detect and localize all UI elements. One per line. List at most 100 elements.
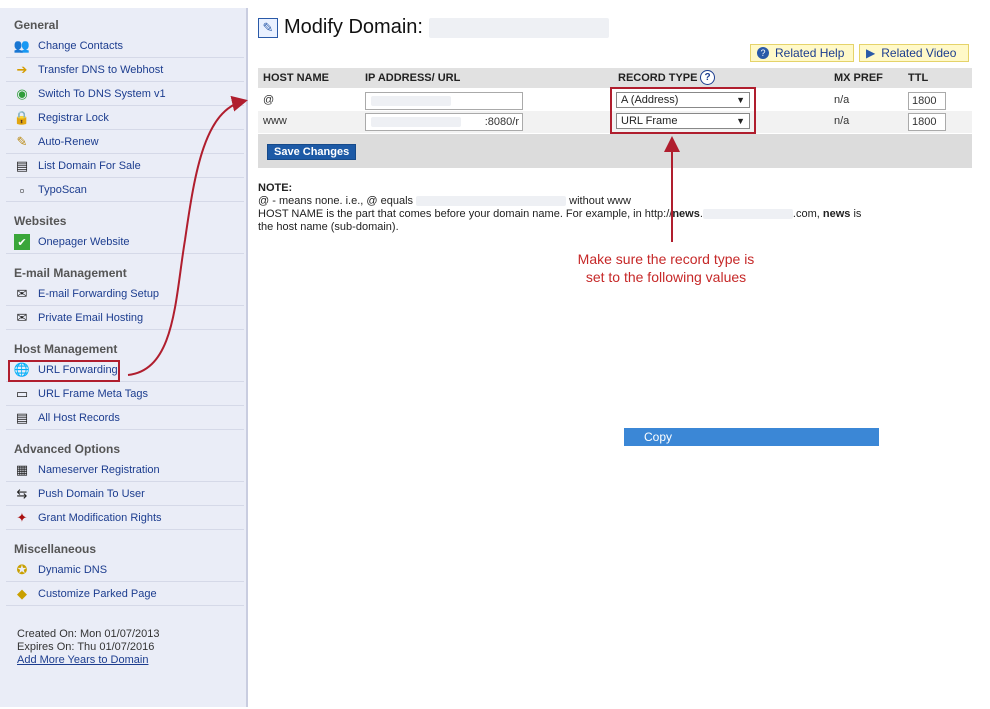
section-title-general: General (14, 18, 59, 32)
note-heading: NOTE: (258, 182, 293, 194)
domain-redacted (416, 196, 567, 207)
note-text: is (853, 208, 862, 220)
sidebar-item-label: E-mail Forwarding Setup (38, 288, 160, 300)
section-title-advanced: Advanced Options (14, 442, 121, 456)
sidebar-item-push-domain[interactable]: ⇆ Push Domain To User (6, 483, 244, 506)
email-hosting-icon: ✉ (16, 310, 28, 325)
created-on-text: Created On: Mon 01/07/2013 (17, 628, 160, 640)
sidebar-item-change-contacts[interactable]: 👥 Change Contacts (6, 35, 244, 58)
add-years-link[interactable]: Add More Years to Domain (17, 654, 148, 666)
save-bar: Save Changes (258, 134, 972, 168)
section-title-websites: Websites (14, 214, 67, 228)
typoscan-icon: ▫ (19, 182, 25, 198)
sidebar-item-grant-rights[interactable]: ✦ Grant Modification Rights (6, 507, 244, 530)
sidebar-item-private-email[interactable]: ✉ Private Email Hosting (6, 307, 244, 330)
note-line-2: HOST NAME is the part that comes before … (258, 208, 968, 221)
note-text: HOST NAME is the part that comes before … (258, 208, 673, 220)
parked-page-icon: ◆ (17, 586, 27, 601)
domain-dates: Created On: Mon 01/07/2013 Expires On: T… (17, 628, 159, 667)
checkmark-icon: ✔ (14, 234, 30, 250)
lock-icon: 🔒 (13, 110, 31, 125)
sidebar-item-transfer-dns[interactable]: ➔ Transfer DNS to Webhost (6, 59, 244, 82)
records-icon: ▤ (15, 410, 29, 425)
contacts-icon: 👥 (13, 38, 31, 53)
col-ip-address: IP ADDRESS/ URL (365, 72, 461, 84)
ttl-input[interactable]: 1800 (908, 113, 946, 131)
save-changes-button[interactable]: Save Changes (267, 144, 357, 160)
ip-redacted (371, 96, 451, 106)
main-content: ✎ Modify Domain: ? Related Help ▶ Relate… (248, 8, 984, 707)
sidebar: General 👥 Change Contacts ➔ Transfer DNS… (0, 8, 248, 707)
help-icon: ? (757, 47, 769, 59)
note-text: .com, (792, 208, 820, 220)
related-video-label: Related Video (881, 46, 957, 60)
sidebar-item-label: List Domain For Sale (38, 160, 141, 172)
sidebar-item-registrar-lock[interactable]: 🔒 Registrar Lock (6, 107, 244, 130)
note-line-1: @ - means none. i.e., @ equals without w… (258, 195, 968, 208)
note-bold: news (672, 208, 700, 220)
annotation-line-2: set to the following values (585, 269, 747, 285)
dynamic-dns-icon: ✪ (16, 562, 28, 577)
record-type-highlight-box (610, 87, 756, 134)
section-title-email: E-mail Management (14, 266, 127, 280)
sidebar-item-label: Grant Modification Rights (38, 512, 162, 524)
domain-redacted (702, 209, 793, 220)
note-block: NOTE: @ - means none. i.e., @ equals wit… (258, 182, 968, 234)
record-type-help-icon[interactable]: ? (700, 70, 715, 85)
host-name-cell: www (263, 115, 287, 127)
frame-icon: ▭ (15, 386, 29, 401)
push-icon: ⇆ (16, 486, 28, 501)
sidebar-item-auto-renew[interactable]: ✎ Auto-Renew (6, 131, 244, 154)
note-bold: news (822, 208, 851, 220)
col-mx-pref: MX PREF (834, 72, 883, 84)
sidebar-item-email-forwarding[interactable]: ✉ E-mail Forwarding Setup (6, 283, 244, 306)
video-icon: ▶ (866, 46, 876, 60)
related-video-button[interactable]: ▶ Related Video (859, 44, 969, 62)
edit-icon: ✎ (258, 17, 278, 38)
arrow-right-icon: ➔ (16, 62, 28, 77)
url-forwarding-highlight-box (8, 360, 120, 382)
col-record-type: RECORD TYPE (618, 72, 698, 84)
switch-icon: ◉ (16, 86, 28, 101)
sidebar-item-list-for-sale[interactable]: ▤ List Domain For Sale (6, 155, 244, 178)
mx-pref-cell: n/a (834, 115, 850, 127)
sidebar-item-label: Auto-Renew (38, 136, 99, 148)
note-line-3: the host name (sub-domain). (258, 221, 399, 233)
sidebar-item-label: Dynamic DNS (38, 564, 108, 576)
email-forward-icon: ✉ (16, 286, 28, 301)
sidebar-item-typoscan[interactable]: ▫ TypoScan (6, 179, 244, 202)
related-help-button[interactable]: ? Related Help (750, 44, 854, 62)
sidebar-item-switch-dns[interactable]: ◉ Switch To DNS System v1 (6, 83, 244, 106)
sidebar-item-all-host-records[interactable]: ▤ All Host Records (6, 407, 244, 430)
page-title: ✎ Modify Domain: (258, 16, 609, 39)
sidebar-item-label: Nameserver Registration (38, 464, 160, 476)
sidebar-item-label: Change Contacts (38, 40, 123, 52)
sidebar-item-label: Private Email Hosting (38, 312, 144, 324)
records-table-header: HOST NAME IP ADDRESS/ URL RECORD TYPE ? … (258, 68, 972, 88)
sidebar-item-label: Transfer DNS to Webhost (38, 64, 164, 76)
nameserver-icon: ▦ (15, 462, 29, 477)
sidebar-item-label: TypoScan (38, 184, 87, 196)
domain-name-redacted (428, 17, 609, 38)
renew-icon: ✎ (16, 134, 28, 149)
sidebar-item-label: Customize Parked Page (38, 588, 157, 600)
ttl-input[interactable]: 1800 (908, 92, 946, 110)
note-text: @ - means none. i.e., @ equals (258, 195, 414, 207)
sidebar-item-nameserver-registration[interactable]: ▦ Nameserver Registration (6, 459, 244, 482)
sidebar-item-url-frame-meta[interactable]: ▭ URL Frame Meta Tags (6, 383, 244, 406)
sidebar-item-parked-page[interactable]: ◆ Customize Parked Page (6, 583, 244, 606)
annotation-line-1: Make sure the record type is (577, 251, 755, 267)
copy-button[interactable]: Copy (624, 428, 879, 446)
annotation-text: Make sure the record type is set to the … (548, 250, 784, 286)
rights-icon: ✦ (16, 510, 28, 525)
col-host-name: HOST NAME (263, 72, 329, 84)
sidebar-item-label: Onepager Website (38, 236, 130, 248)
sidebar-item-label: Switch To DNS System v1 (38, 88, 166, 100)
sidebar-item-onepager[interactable]: ✔ Onepager Website (6, 231, 244, 254)
section-title-misc: Miscellaneous (14, 542, 97, 556)
sidebar-item-dynamic-dns[interactable]: ✪ Dynamic DNS (6, 559, 244, 582)
col-ttl: TTL (908, 72, 929, 84)
sidebar-item-label: Registrar Lock (38, 112, 109, 124)
host-name-cell: @ (263, 94, 275, 106)
page-title-text: Modify Domain: (284, 16, 423, 38)
